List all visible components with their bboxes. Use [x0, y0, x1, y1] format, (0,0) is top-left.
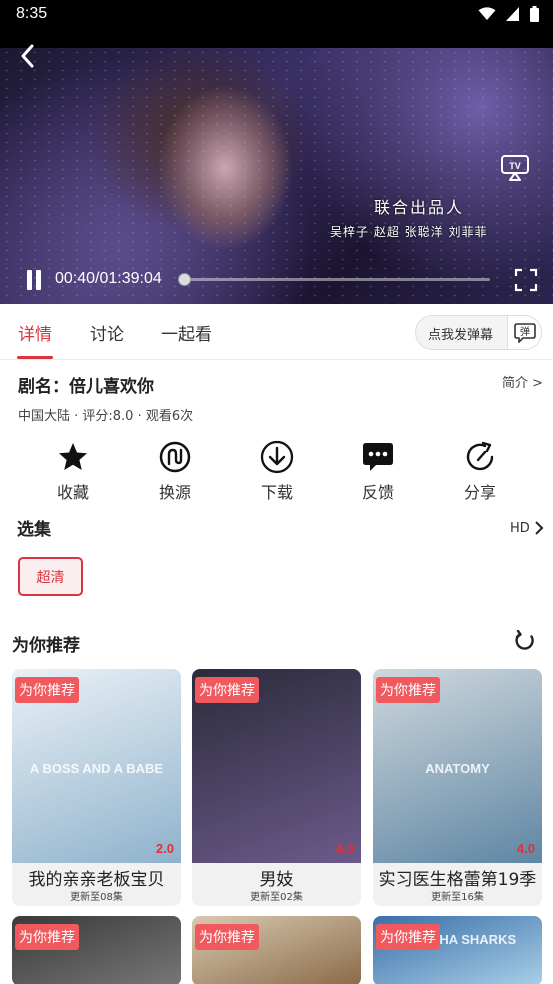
seek-thumb[interactable] [178, 273, 192, 286]
status-icons [478, 6, 539, 22]
card-title: 我的亲亲老板宝贝 [28, 870, 165, 890]
recommend-badge: 为你推荐 [15, 677, 79, 703]
tab-discussion[interactable]: 讨论 [90, 320, 124, 345]
fullscreen-icon[interactable] [514, 268, 538, 292]
recommend-badge: 为你推荐 [376, 924, 440, 950]
detail-tabs: 详情 讨论 一起看 点我发弹幕 弹 [0, 304, 553, 360]
danmaku-toggle-icon[interactable]: 弹 [507, 316, 541, 349]
card-title: 男妓 [259, 870, 294, 890]
card-update-status: 更新至02集 [250, 892, 303, 903]
active-tab-indicator [17, 356, 53, 359]
episodes-title: 选集 [17, 520, 51, 540]
show-title: 剧名：倍儿喜欢你 [18, 377, 154, 397]
recommend-card[interactable]: A BOSS AND A BABE 为你推荐 2.0 我的亲亲老板宝贝更新至08集 [12, 669, 181, 906]
danmaku-input-button[interactable]: 点我发弹幕 弹 [415, 315, 542, 350]
score-label: 2.0 [155, 841, 174, 856]
star-icon [59, 443, 87, 470]
score-label: 4.0 [516, 841, 535, 856]
pause-icon[interactable] [24, 268, 44, 292]
recommend-card[interactable]: 为你推荐 4.0 男妓更新至02集 [192, 669, 361, 906]
action-label: 反馈 [361, 483, 394, 502]
wifi-icon [478, 7, 496, 20]
poster-title: ANATOMY [425, 761, 490, 776]
chevron-right-icon [535, 521, 544, 535]
share-button[interactable]: 分享 [445, 440, 515, 503]
refresh-icon[interactable] [514, 630, 536, 652]
player-controls: 00:40/01:39:04 [0, 260, 553, 304]
signal-icon [506, 7, 519, 21]
action-label: 分享 [463, 483, 496, 502]
recommend-card[interactable]: 为你推荐 [192, 916, 361, 984]
recommend-badge: 为你推荐 [195, 677, 259, 703]
tab-watch-together[interactable]: 一起看 [161, 320, 212, 345]
danmaku-label: 点我发弹幕 [428, 328, 494, 343]
download-icon [260, 440, 294, 474]
switch-source-icon [159, 441, 191, 473]
tab-details[interactable]: 详情 [18, 320, 52, 345]
playback-time: 00:40/01:39:04 [55, 270, 162, 287]
video-player[interactable]: 联合出品人 吴梓子 赵超 张聪洋 刘菲菲 TV 00:40/01:39:04 [0, 30, 553, 304]
recommend-badge: 为你推荐 [195, 924, 259, 950]
switch-source-button[interactable]: 换源 [140, 440, 210, 503]
recommend-badge: 为你推荐 [15, 924, 79, 950]
svg-text:弹: 弹 [520, 325, 530, 338]
quality-label: HD [510, 520, 530, 536]
show-meta: 中国大陆 · 评分:8.0 · 观看6次 [18, 409, 194, 424]
poster-title: A BOSS AND A BABE [29, 761, 164, 776]
recommend-card[interactable]: 为你推荐 [12, 916, 181, 984]
action-row: 收藏 换源 下载 反馈 分享 [0, 440, 553, 504]
card-update-status: 更新至08集 [70, 892, 123, 903]
action-label: 换源 [158, 483, 191, 502]
share-icon [466, 441, 494, 471]
svg-text:TV: TV [509, 161, 521, 171]
battery-icon [530, 6, 539, 22]
seek-bar[interactable] [182, 278, 490, 281]
action-label: 下载 [260, 483, 293, 502]
card-update-status: 更新至16集 [431, 892, 484, 903]
recommend-badge: 为你推荐 [376, 677, 440, 703]
status-time: 8:35 [16, 5, 48, 22]
favorite-button[interactable]: 收藏 [38, 440, 108, 503]
recommend-card[interactable]: ANATOMY 为你推荐 4.0 实习医生格蕾第19季更新至16集 [373, 669, 542, 906]
download-button[interactable]: 下载 [242, 440, 312, 503]
video-subtitle-line1: 联合出品人 [374, 198, 465, 217]
back-arrow-icon[interactable] [14, 42, 42, 70]
score-label: 4.0 [335, 841, 354, 856]
intro-link[interactable]: 简介 > [502, 372, 543, 391]
status-bar: 8:35 [0, 0, 553, 30]
quality-selector[interactable]: HD [510, 520, 544, 536]
recommend-card[interactable]: PIRANHA SHARKS 为你推荐 [373, 916, 542, 984]
recommend-title: 为你推荐 [12, 636, 80, 656]
feedback-button[interactable]: 反馈 [343, 440, 413, 503]
video-subtitle-line2: 吴梓子 赵超 张聪洋 刘菲菲 [330, 225, 488, 239]
quality-option-chip[interactable]: 超清 [18, 557, 83, 596]
tv-cast-icon[interactable]: TV [499, 151, 531, 183]
card-title: 实习医生格蕾第19季 [378, 870, 537, 890]
action-label: 收藏 [56, 483, 89, 502]
feedback-icon [363, 443, 393, 471]
